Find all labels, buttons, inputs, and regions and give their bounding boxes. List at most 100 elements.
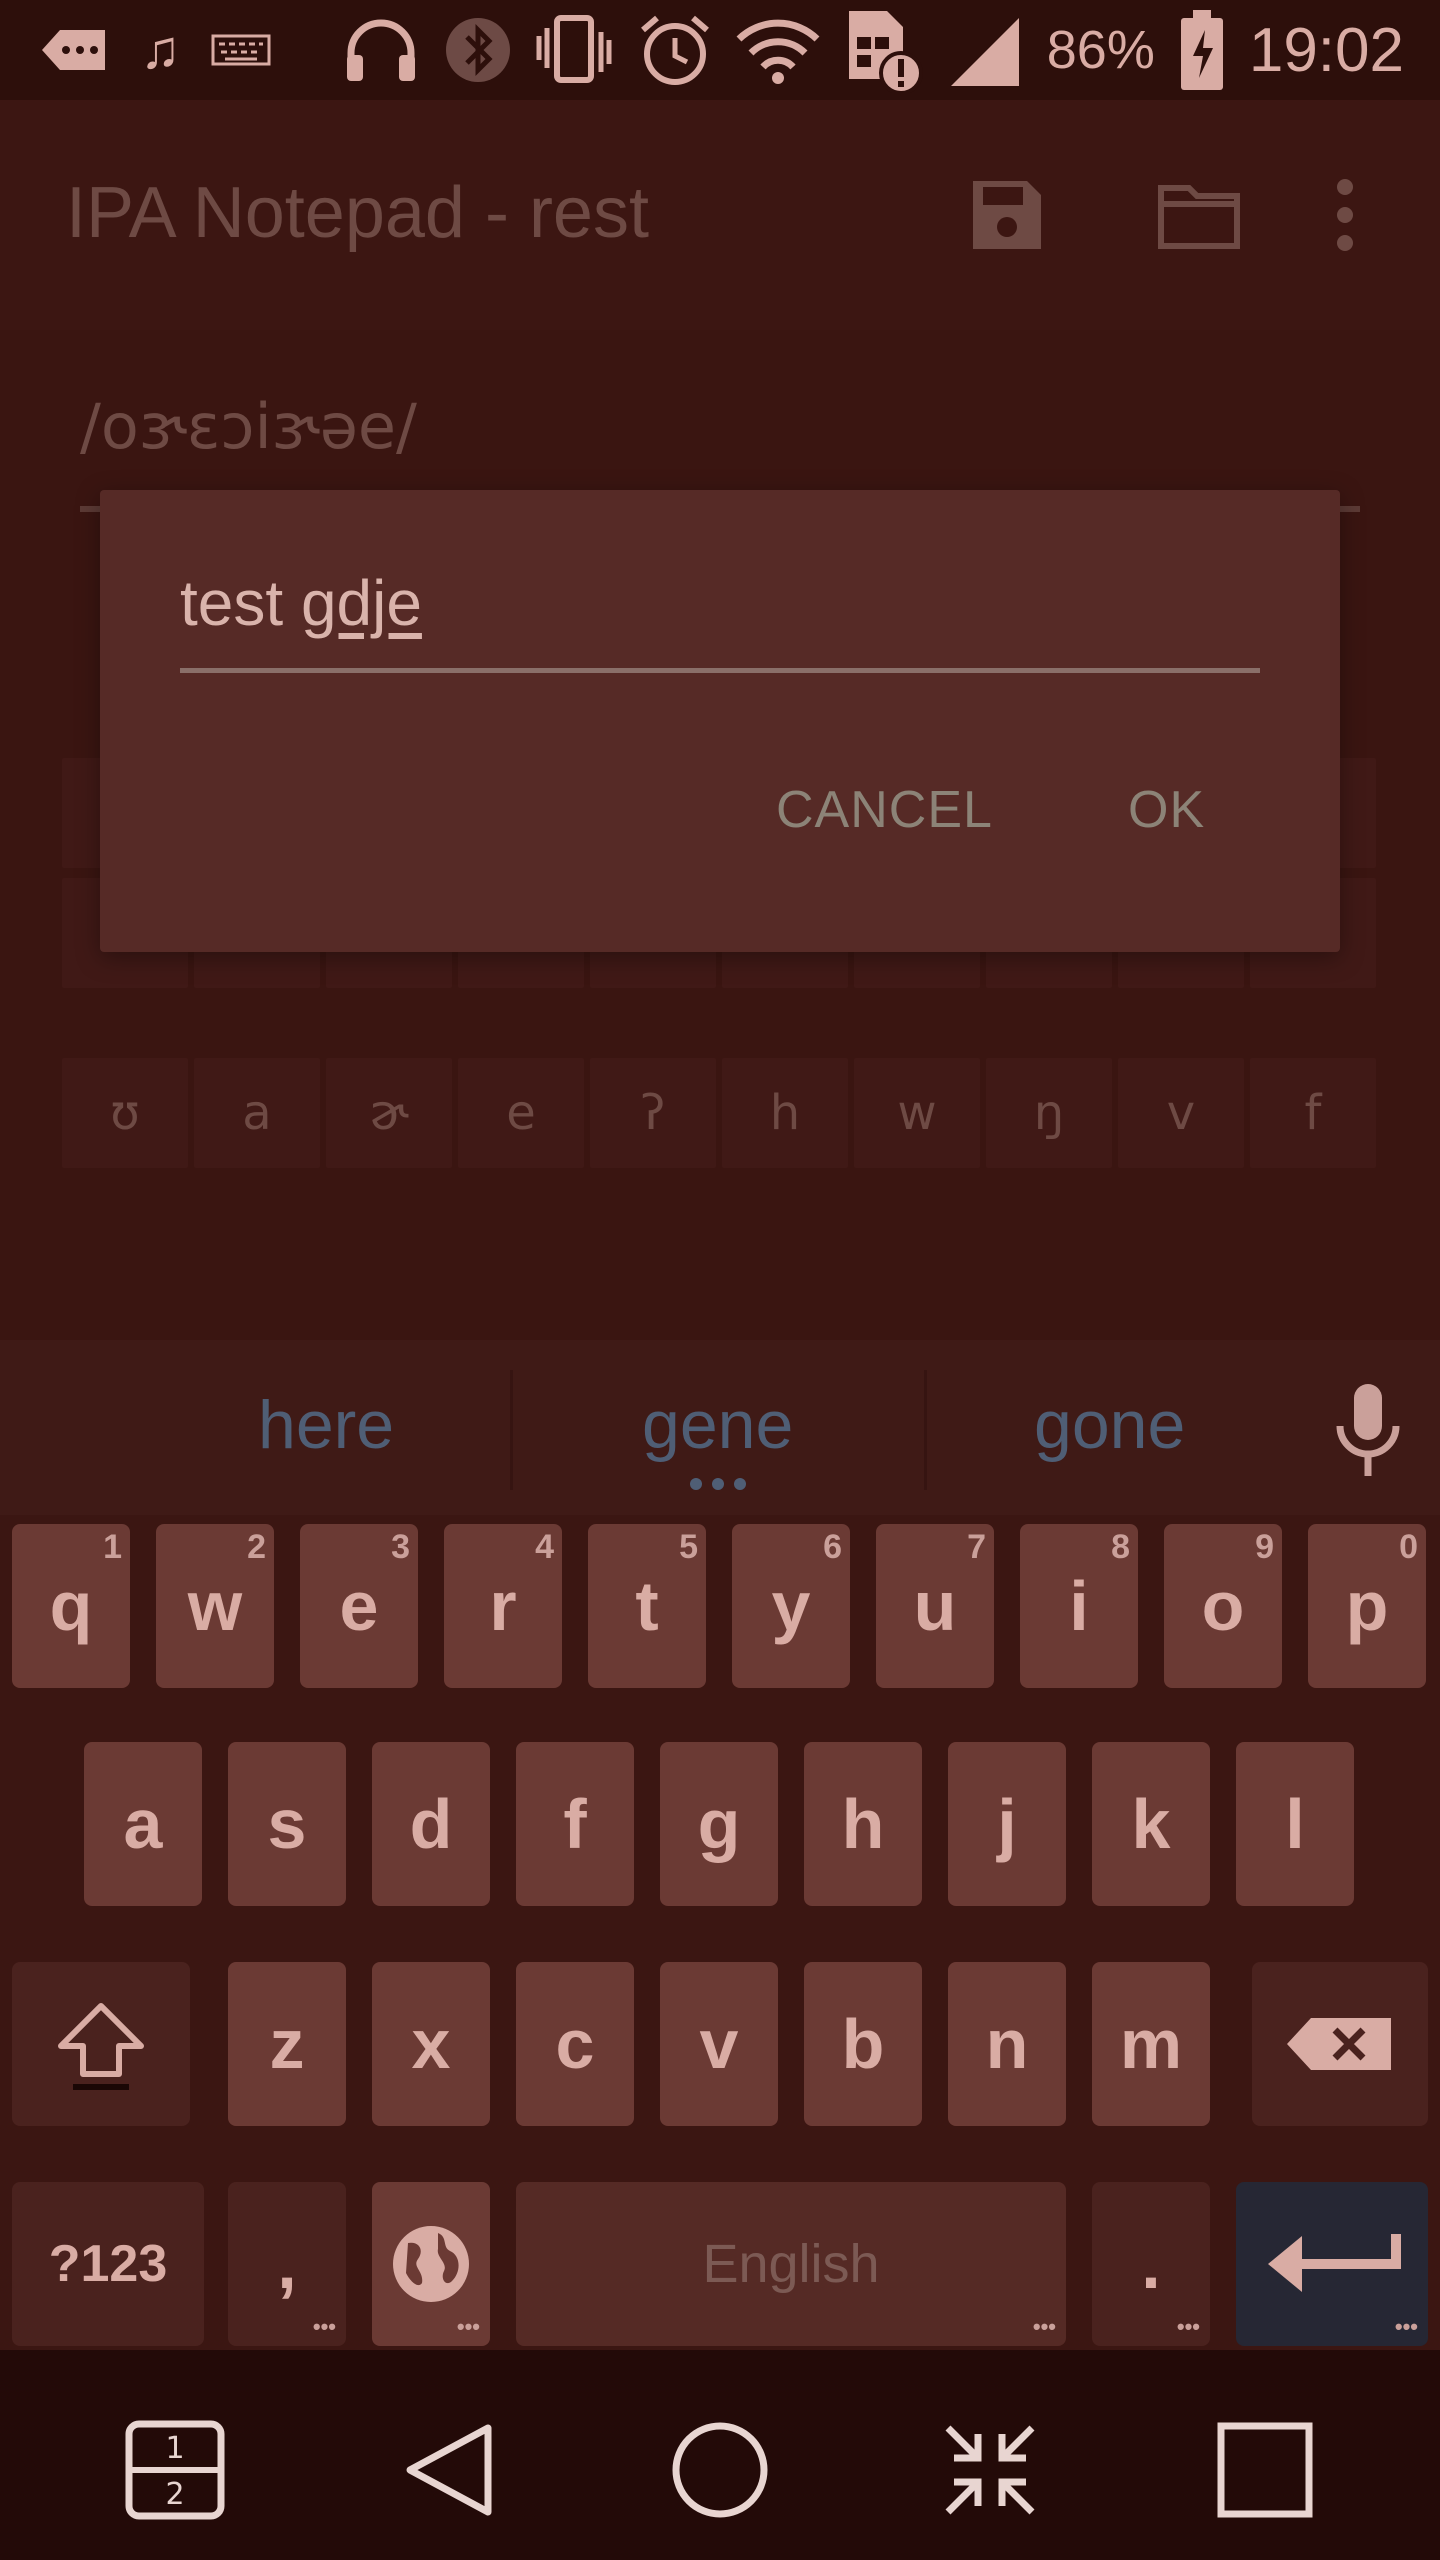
key-h[interactable]: h (804, 1742, 922, 1906)
battery-charging-icon (1180, 10, 1223, 90)
more-suggestions-indicator[interactable] (690, 1478, 750, 1492)
backspace-icon (1287, 2018, 1391, 2070)
save-button[interactable] (962, 170, 1052, 260)
suggestion-2[interactable]: gene (642, 1386, 793, 1464)
dialog-text-input[interactable]: test gdje (180, 566, 422, 640)
ipa-key[interactable]: ʊ (62, 1058, 188, 1168)
ipa-key[interactable]: e (458, 1058, 584, 1168)
key-q[interactable]: q1 (12, 1524, 130, 1688)
ipa-key[interactable]: ŋ (986, 1058, 1112, 1168)
key-w[interactable]: w2 (156, 1524, 274, 1688)
key-s[interactable]: s (228, 1742, 346, 1906)
sim-alert-icon (848, 11, 923, 93)
globe-icon (393, 2226, 469, 2302)
folder-icon (1158, 185, 1240, 249)
headphones-icon (346, 19, 415, 81)
collapse-button[interactable] (930, 2410, 1050, 2530)
suggestion-divider (510, 1370, 513, 1490)
key-o[interactable]: o9 (1164, 1524, 1282, 1688)
screen: ♫ 86% 19:02 IPA Notepad - rest /oɝɛɔiɝəe… (0, 0, 1440, 2560)
content: /oɝɛɔiɝəe/ u æ ə ɪ ʌ l (0, 330, 1440, 1340)
music-icon: ♫ (140, 20, 181, 80)
enter-icon (1268, 2234, 1401, 2292)
key-x[interactable]: x (372, 1962, 490, 2126)
more-icon (1337, 179, 1353, 251)
shift-icon (58, 2003, 144, 2090)
language-key[interactable]: ••• (372, 2182, 490, 2346)
key-g[interactable]: g (660, 1742, 778, 1906)
app-bar: IPA Notepad - rest (0, 100, 1440, 330)
svg-text:1: 1 (165, 2431, 184, 2466)
keyboard-icon (211, 34, 270, 66)
navigation-bar: 1 2 (0, 2350, 1440, 2560)
key-d[interactable]: d (372, 1742, 490, 1906)
period-key[interactable]: . ••• (1092, 2182, 1210, 2346)
home-button[interactable] (660, 2410, 780, 2530)
symbols-key[interactable]: ?123 (12, 2182, 204, 2346)
home-icon (672, 2422, 768, 2518)
rename-dialog: test gdje CANCEL OK (100, 490, 1340, 952)
overflow-menu-button[interactable] (1300, 170, 1390, 260)
ipa-row-2: ʊ a ɚ e ʔ h w ŋ v f (62, 1058, 1376, 1168)
comma-key[interactable]: , ••• (228, 2182, 346, 2346)
key-i[interactable]: i8 (1020, 1524, 1138, 1688)
bluetooth-icon (445, 18, 510, 82)
status-bar: ♫ 86% 19:02 (0, 0, 1440, 100)
ipa-key[interactable]: w (854, 1058, 980, 1168)
back-button[interactable] (390, 2410, 510, 2530)
key-p[interactable]: p0 (1308, 1524, 1426, 1688)
suggestion-strip: here gene gone (0, 1340, 1440, 1515)
key-j[interactable]: j (948, 1742, 1066, 1906)
suggestion-1[interactable]: here (258, 1386, 394, 1464)
ipa-key[interactable]: f (1250, 1058, 1376, 1168)
enter-key[interactable]: ••• (1236, 2182, 1428, 2346)
clock: 19:02 (1248, 15, 1404, 85)
key-f[interactable]: f (516, 1742, 634, 1906)
backspace-key[interactable] (1252, 1962, 1428, 2126)
key-e[interactable]: e3 (300, 1524, 418, 1688)
app-title: IPA Notepad - rest (66, 173, 649, 253)
key-k[interactable]: k (1092, 1742, 1210, 1906)
key-z[interactable]: z (228, 1962, 346, 2126)
key-t[interactable]: t5 (588, 1524, 706, 1688)
key-a[interactable]: a (84, 1742, 202, 1906)
ipa-key[interactable]: v (1118, 1058, 1244, 1168)
alarm-icon (640, 15, 709, 85)
key-c[interactable]: c (516, 1962, 634, 2126)
collapse-icon (945, 2425, 1035, 2515)
dialog-input-underline (180, 668, 1260, 673)
ipa-key[interactable]: a (194, 1058, 320, 1168)
ok-button[interactable]: OK (1128, 780, 1205, 840)
mic-icon[interactable] (1328, 1380, 1408, 1480)
split-screen-icon: 1 2 (125, 2420, 225, 2520)
key-r[interactable]: r4 (444, 1524, 562, 1688)
save-icon (973, 181, 1041, 249)
suggestion-divider (924, 1370, 927, 1490)
back-icon (406, 2424, 492, 2516)
signal-icon (950, 18, 1019, 86)
key-v[interactable]: v (660, 1962, 778, 2126)
key-n[interactable]: n (948, 1962, 1066, 2126)
vibrate-icon (536, 15, 612, 83)
key-m[interactable]: m (1092, 1962, 1210, 2126)
key-l[interactable]: l (1236, 1742, 1354, 1906)
ipa-key[interactable]: ʔ (590, 1058, 716, 1168)
ipa-key[interactable]: ɚ (326, 1058, 452, 1168)
space-bar[interactable]: English ••• (516, 2182, 1066, 2346)
ipa-text-field[interactable]: /oɝɛɔiɝəe/ (80, 390, 417, 463)
split-screen-button[interactable]: 1 2 (115, 2410, 235, 2530)
wifi-icon (736, 19, 820, 84)
cancel-button[interactable]: CANCEL (776, 780, 993, 840)
ipa-key[interactable]: h (722, 1058, 848, 1168)
input-composing-text: gdje (300, 567, 422, 639)
recents-button[interactable] (1205, 2410, 1325, 2530)
suggestion-3[interactable]: gone (1034, 1386, 1185, 1464)
shift-key[interactable] (12, 1962, 190, 2126)
recents-icon (1217, 2422, 1313, 2518)
open-button[interactable] (1154, 170, 1244, 260)
key-y[interactable]: y6 (732, 1524, 850, 1688)
key-u[interactable]: u7 (876, 1524, 994, 1688)
input-prefix: test (180, 567, 301, 639)
tag-icon (42, 30, 105, 70)
key-b[interactable]: b (804, 1962, 922, 2126)
